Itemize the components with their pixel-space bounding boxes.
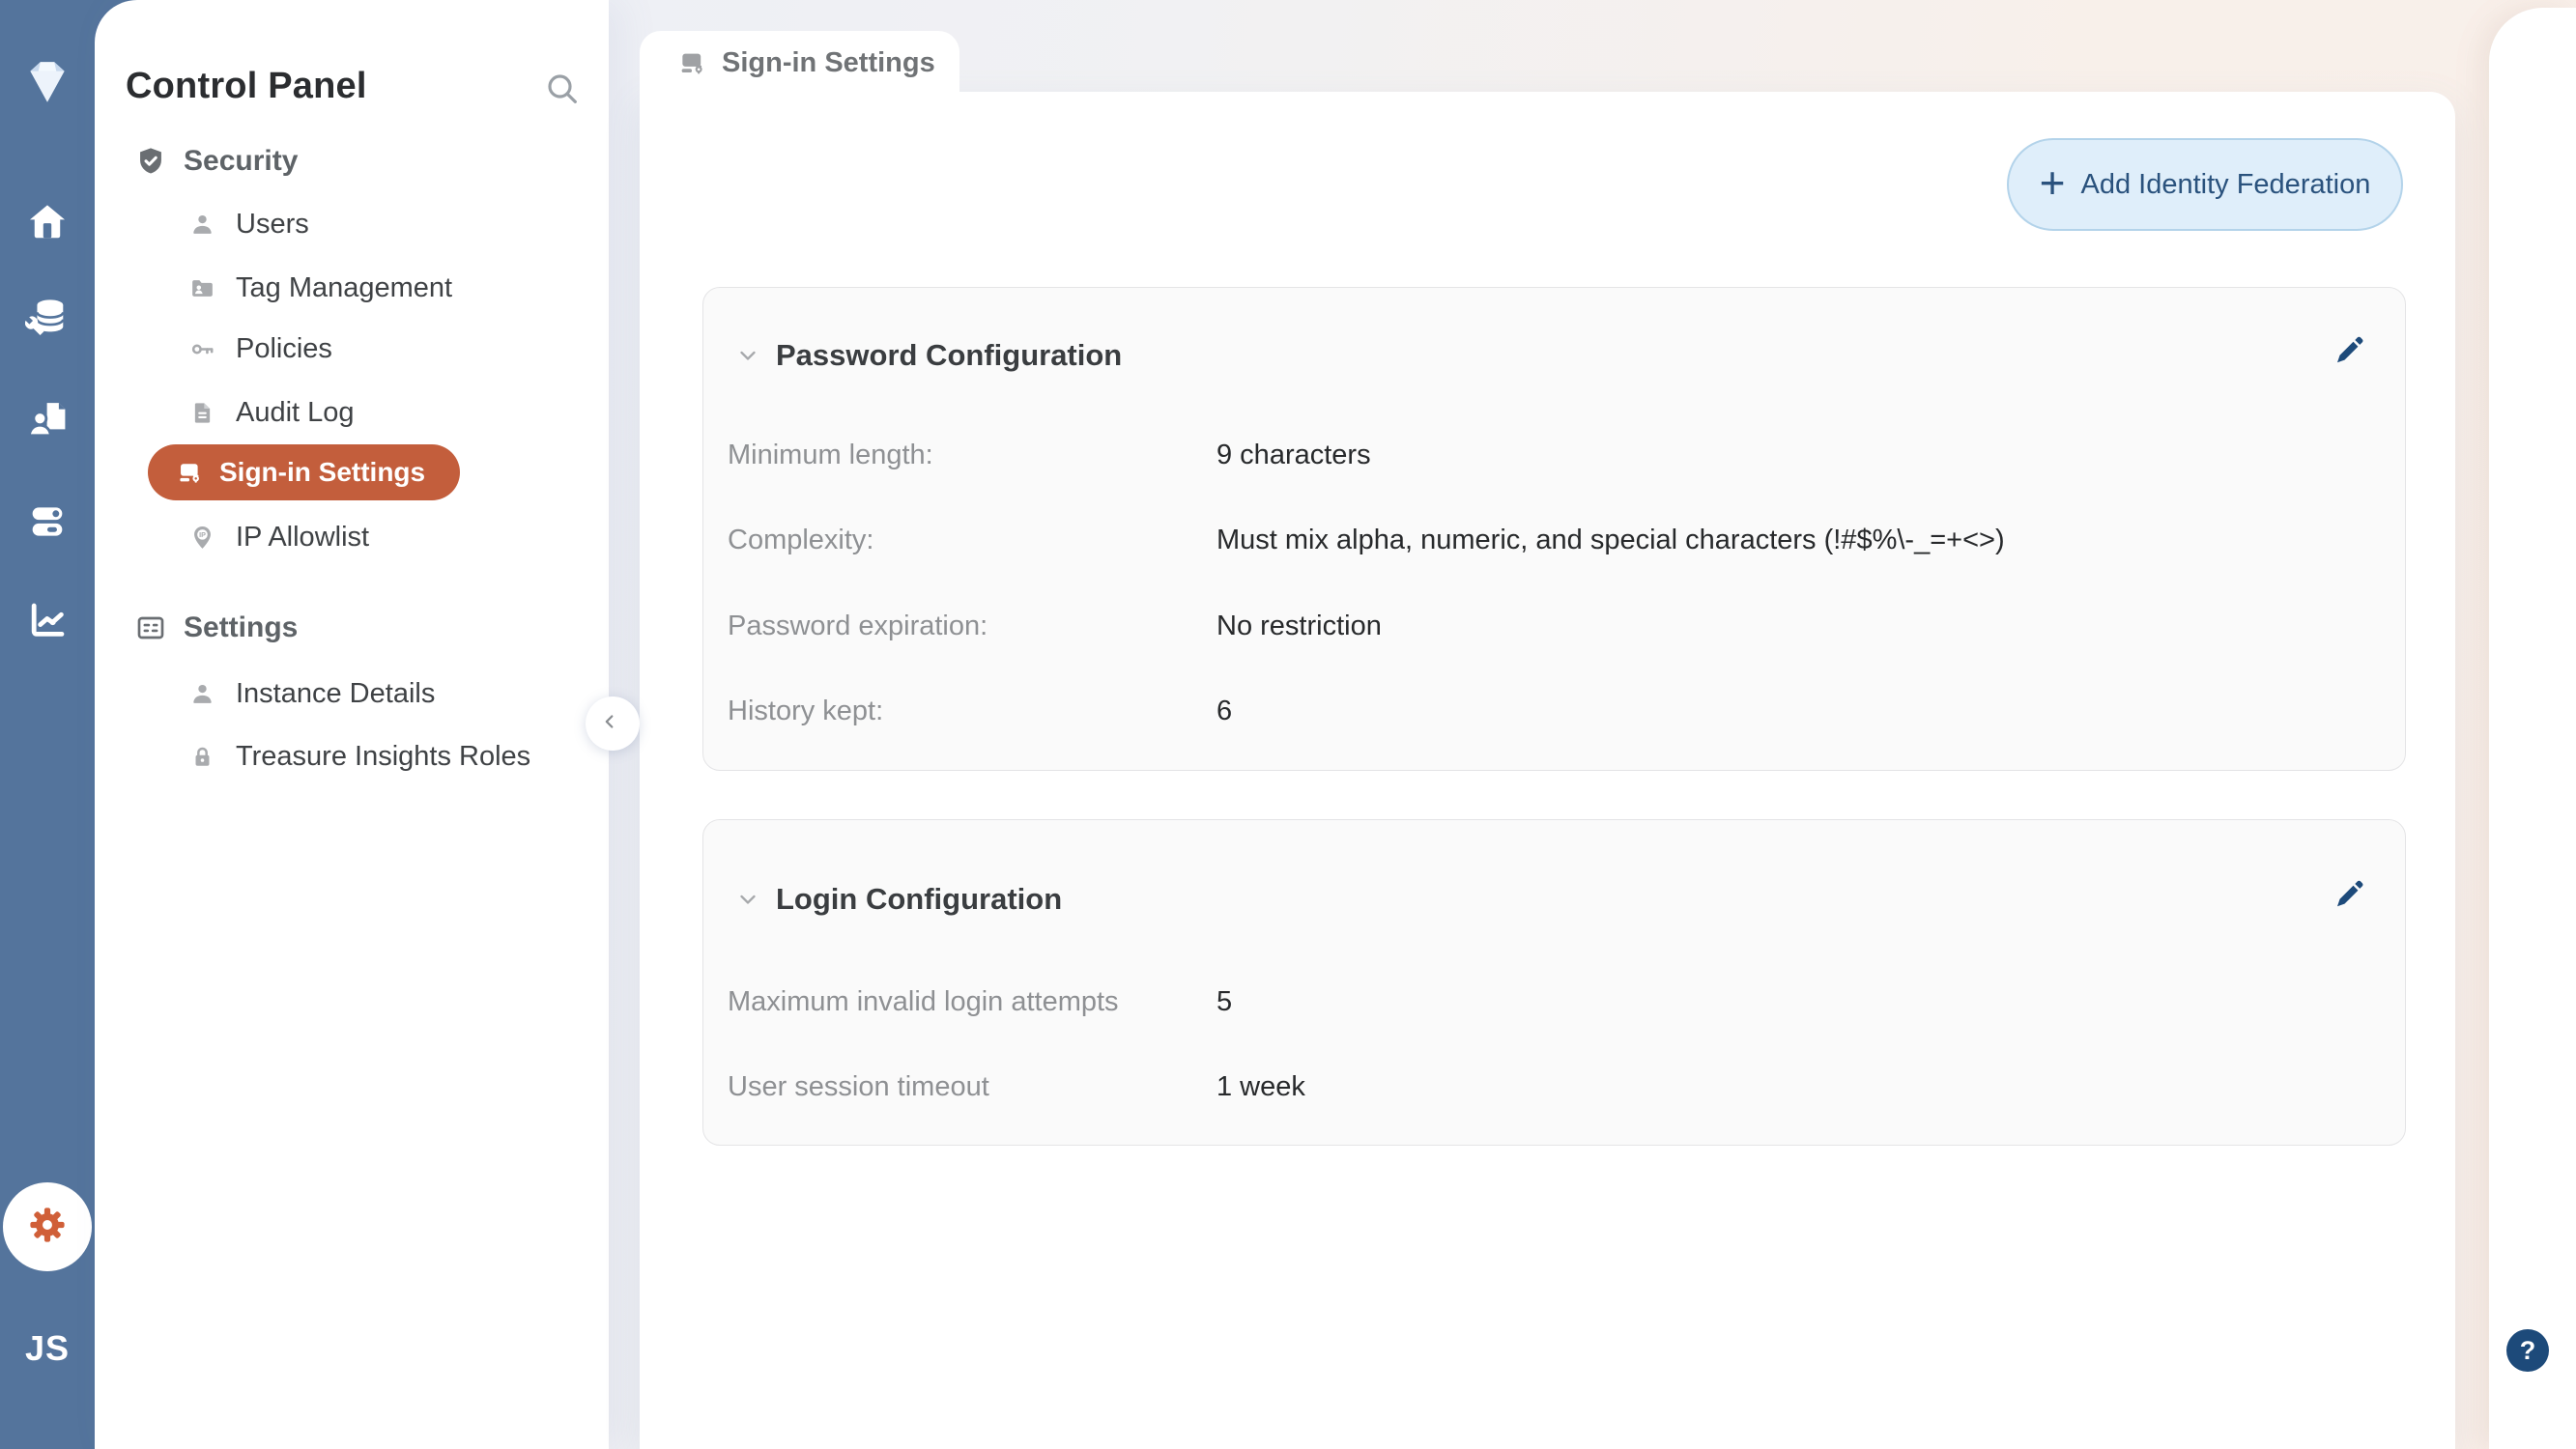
field-value: Must mix alpha, numeric, and special cha… xyxy=(1216,525,2005,556)
sidebar-item-label: Users xyxy=(236,209,309,241)
diamond-logo-icon xyxy=(19,55,75,116)
user-icon xyxy=(189,681,215,707)
edit-password-configuration-icon[interactable] xyxy=(2332,332,2366,367)
rail-item-control-panel-active[interactable] xyxy=(3,1182,92,1271)
settings-card-icon xyxy=(135,612,166,643)
collapse-chevron-down-icon[interactable] xyxy=(735,887,760,912)
search-icon xyxy=(543,70,582,113)
password-configuration-card: Password Configuration Minimum length: 9… xyxy=(702,287,2406,771)
field-value: No restriction xyxy=(1216,611,1382,642)
line-chart-icon xyxy=(25,598,70,647)
tab-sign-in-settings[interactable]: Sign-in Settings xyxy=(640,31,959,95)
search-button[interactable] xyxy=(541,70,584,112)
sidebar-item-label: Tag Management xyxy=(236,272,452,304)
sidebar-item-label: Instance Details xyxy=(236,678,435,710)
sidebar-item-ip-allowlist[interactable]: IP IP Allowlist xyxy=(95,515,609,559)
shield-check-icon xyxy=(135,146,166,177)
field-row-history-kept: History kept: 6 xyxy=(728,690,2366,732)
ip-pin-icon: IP xyxy=(189,525,215,551)
sidebar-item-label: Policies xyxy=(236,333,332,365)
sidebar-item-tag-management[interactable]: Tag Management xyxy=(95,266,609,310)
edit-login-configuration-icon[interactable] xyxy=(2332,876,2366,911)
field-label: User session timeout xyxy=(728,1071,1216,1103)
field-label: Password expiration: xyxy=(728,611,1216,642)
card-title: Password Configuration xyxy=(776,338,1122,373)
field-row-minimum-length: Minimum length: 9 characters xyxy=(728,434,2366,476)
document-icon xyxy=(189,400,215,426)
field-row-max-invalid-login-attempts: Maximum invalid login attempts 5 xyxy=(728,980,2366,1023)
database-wrench-icon xyxy=(25,295,70,344)
login-configuration-card: Login Configuration Maximum invalid logi… xyxy=(702,819,2406,1146)
field-label: Minimum length: xyxy=(728,440,1216,471)
sidebar: Control Panel Security xyxy=(95,0,609,1449)
home-icon xyxy=(25,200,70,249)
sidebar-item-users[interactable]: Users xyxy=(95,202,609,246)
plus-icon: + xyxy=(2040,160,2066,205)
rail-item-segments[interactable] xyxy=(0,497,95,551)
right-peek-panel xyxy=(2489,8,2576,1449)
sidebar-item-label: Audit Log xyxy=(236,397,355,429)
gear-icon xyxy=(19,1197,75,1258)
sidebar-section-settings[interactable]: Settings xyxy=(95,606,609,650)
field-value: 5 xyxy=(1216,986,1232,1018)
person-document-icon xyxy=(25,397,70,446)
add-identity-federation-label: Add Identity Federation xyxy=(2081,169,2371,201)
field-row-complexity: Complexity: Must mix alpha, numeric, and… xyxy=(728,519,2366,561)
chevron-left-icon xyxy=(599,711,620,737)
question-mark-icon: ? xyxy=(2520,1336,2536,1366)
sidebar-item-label: IP Allowlist xyxy=(236,522,369,554)
key-icon xyxy=(189,336,215,362)
sidebar-item-label: Sign-in Settings xyxy=(219,457,425,488)
field-row-user-session-timeout: User session timeout 1 week xyxy=(728,1065,2366,1108)
section-label: Security xyxy=(184,145,298,178)
sign-in-settings-icon xyxy=(678,49,706,77)
field-label: Maximum invalid login attempts xyxy=(728,986,1216,1018)
rail-item-analytics[interactable] xyxy=(0,595,95,649)
sidebar-item-treasure-insights-roles[interactable]: Treasure Insights Roles xyxy=(95,734,609,779)
sidebar-item-instance-details[interactable]: Instance Details xyxy=(95,671,609,716)
sidebar-item-policies[interactable]: Policies xyxy=(95,327,609,371)
field-value: 6 xyxy=(1216,696,1232,727)
sidebar-item-sign-in-settings-active[interactable]: Sign-in Settings xyxy=(148,444,460,500)
user-avatar[interactable]: JS xyxy=(0,1325,95,1372)
rail-item-home[interactable] xyxy=(0,197,95,251)
add-identity-federation-button[interactable]: + Add Identity Federation xyxy=(2007,138,2403,231)
rail-item-data-management[interactable] xyxy=(0,292,95,346)
sign-in-settings-icon xyxy=(177,460,203,486)
collapse-chevron-down-icon[interactable] xyxy=(735,343,760,368)
treasure-data-logo[interactable] xyxy=(0,58,95,112)
help-button[interactable]: ? xyxy=(2506,1329,2549,1372)
sidebar-item-audit-log[interactable]: Audit Log xyxy=(95,390,609,435)
section-label: Settings xyxy=(184,611,298,644)
sidebar-title: Control Panel xyxy=(126,66,367,107)
control-panel-screen: JS Control Panel Security xyxy=(0,0,2576,1449)
segments-icon xyxy=(25,499,70,549)
user-icon xyxy=(189,212,215,238)
field-label: History kept: xyxy=(728,696,1216,727)
sidebar-item-label: Treasure Insights Roles xyxy=(236,741,530,773)
field-value: 1 week xyxy=(1216,1071,1305,1103)
lock-icon xyxy=(189,744,215,770)
card-title: Login Configuration xyxy=(776,882,1062,917)
sidebar-collapse-button[interactable] xyxy=(586,696,640,751)
field-value: 9 characters xyxy=(1216,440,1371,471)
rail-item-profiles[interactable] xyxy=(0,394,95,448)
field-label: Complexity: xyxy=(728,525,1216,556)
folder-user-icon xyxy=(189,275,215,301)
svg-text:IP: IP xyxy=(199,529,206,538)
tab-label: Sign-in Settings xyxy=(722,47,935,79)
sidebar-section-security[interactable]: Security xyxy=(95,139,609,184)
field-row-password-expiration: Password expiration: No restriction xyxy=(728,605,2366,647)
